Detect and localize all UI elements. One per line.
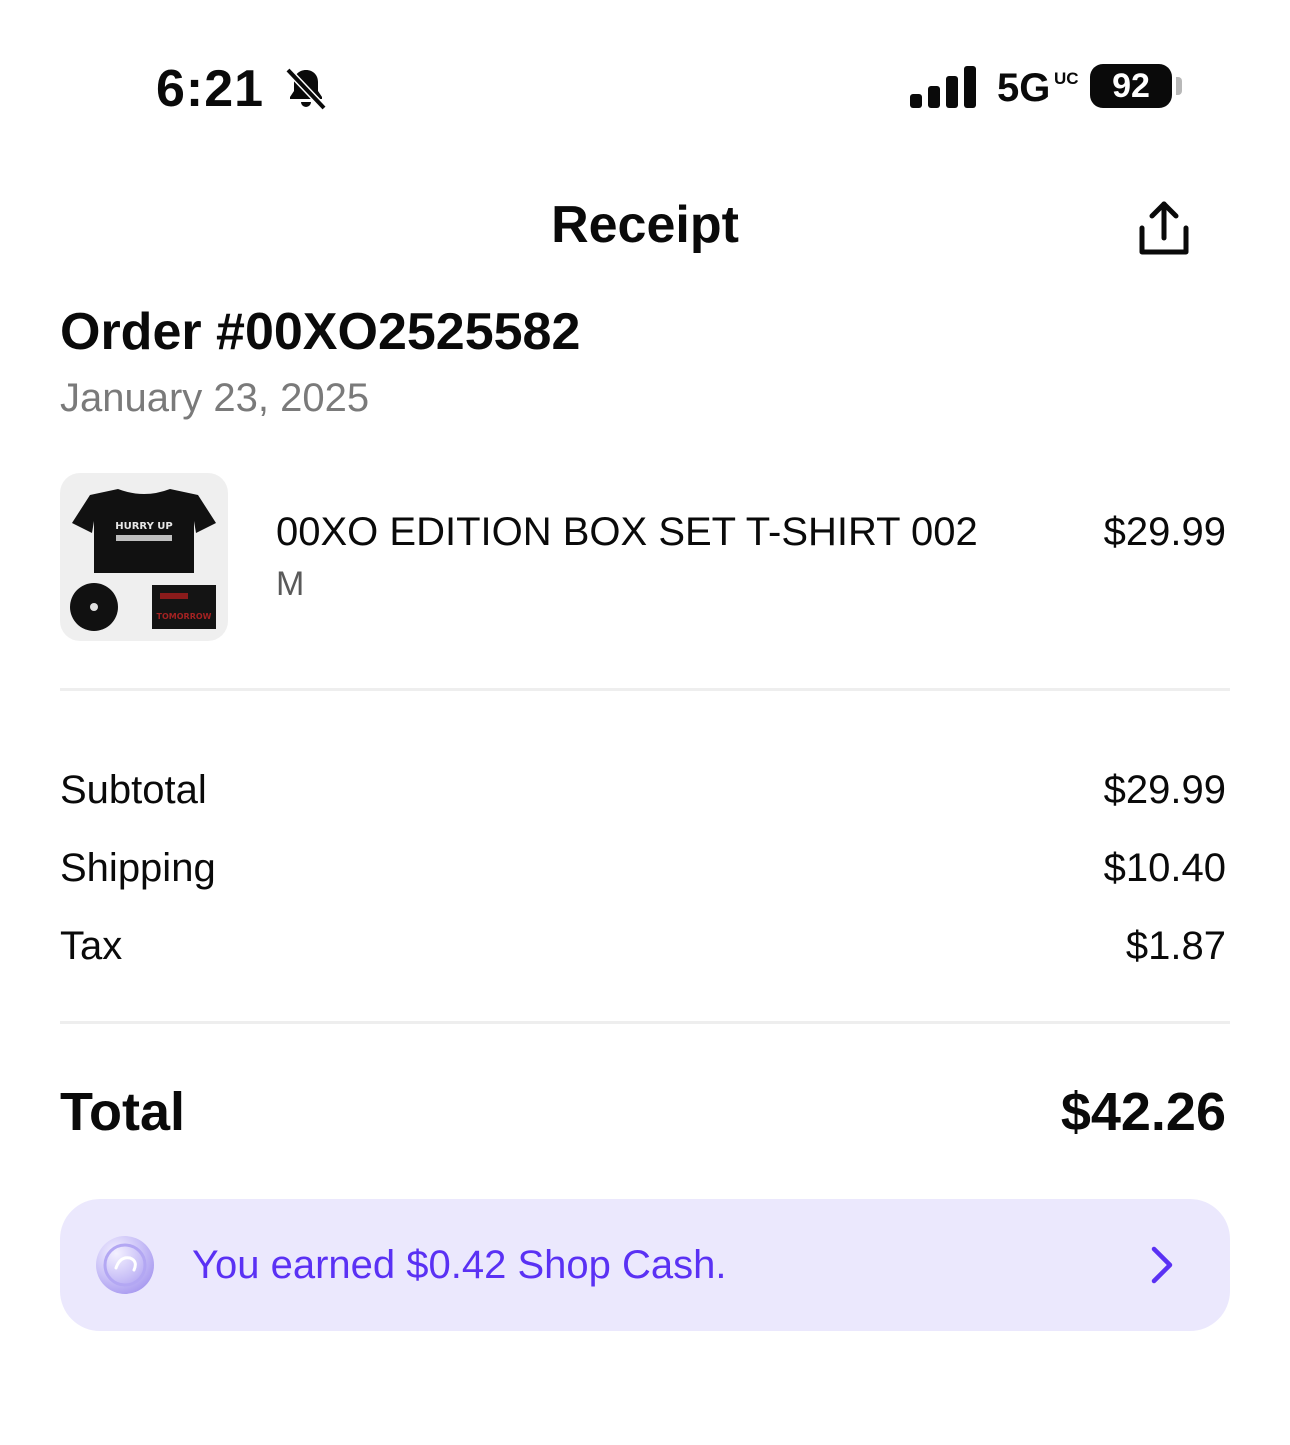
total-value: $42.26 <box>1060 1082 1226 1142</box>
shop-cash-banner[interactable]: You earned $0.42 Shop Cash. <box>60 1199 1230 1331</box>
order-date: January 23, 2025 <box>60 376 370 420</box>
network-uc-suffix: UC <box>1054 69 1079 88</box>
bell-slash-icon <box>285 67 327 111</box>
summary-row-tax: Tax $1.87 <box>60 920 1226 972</box>
summary-row-subtotal: Subtotal $29.99 <box>60 764 1226 816</box>
battery-nub <box>1176 77 1182 95</box>
summary-row-shipping: Shipping $10.40 <box>60 842 1226 894</box>
product-thumbnail[interactable]: HURRY UP TOMORROW <box>60 473 228 641</box>
subtotal-label: Subtotal <box>60 768 207 812</box>
divider <box>60 688 1230 691</box>
shop-cash-text: You earned $0.42 Shop Cash. <box>192 1243 727 1287</box>
total-row: Total $42.26 <box>60 1080 1226 1144</box>
share-icon <box>1139 201 1189 255</box>
shipping-label: Shipping <box>60 846 216 890</box>
network-type: 5G <box>997 66 1051 110</box>
chevron-right-icon <box>1151 1246 1173 1284</box>
product-name[interactable]: 00XO EDITION BOX SET T-SHIRT 002 <box>276 508 978 556</box>
share-button[interactable] <box>1128 194 1200 266</box>
box-print-text: TOMORROW <box>157 612 212 621</box>
product-variant: M <box>276 565 305 603</box>
tax-label: Tax <box>60 924 123 968</box>
battery-icon: 92 <box>1090 64 1172 108</box>
order-number: Order #00XO2525582 <box>60 303 581 361</box>
product-price: $29.99 <box>1103 510 1226 554</box>
cellular-signal-icon <box>910 66 976 108</box>
tax-value: $1.87 <box>1125 924 1226 968</box>
status-bar: 6:21 5G UC 92 <box>0 0 1290 150</box>
battery-level: 92 <box>1112 67 1150 105</box>
total-label: Total <box>60 1082 185 1142</box>
shipping-value: $10.40 <box>1103 846 1226 890</box>
divider <box>60 1021 1230 1024</box>
shop-cash-coin-icon <box>96 1236 154 1294</box>
shirt-print-text: HURRY UP <box>115 521 173 532</box>
status-time: 6:21 <box>156 60 265 118</box>
product-image: HURRY UP TOMORROW <box>70 489 216 631</box>
subtotal-value: $29.99 <box>1103 768 1226 812</box>
page-title: Receipt <box>551 196 739 254</box>
